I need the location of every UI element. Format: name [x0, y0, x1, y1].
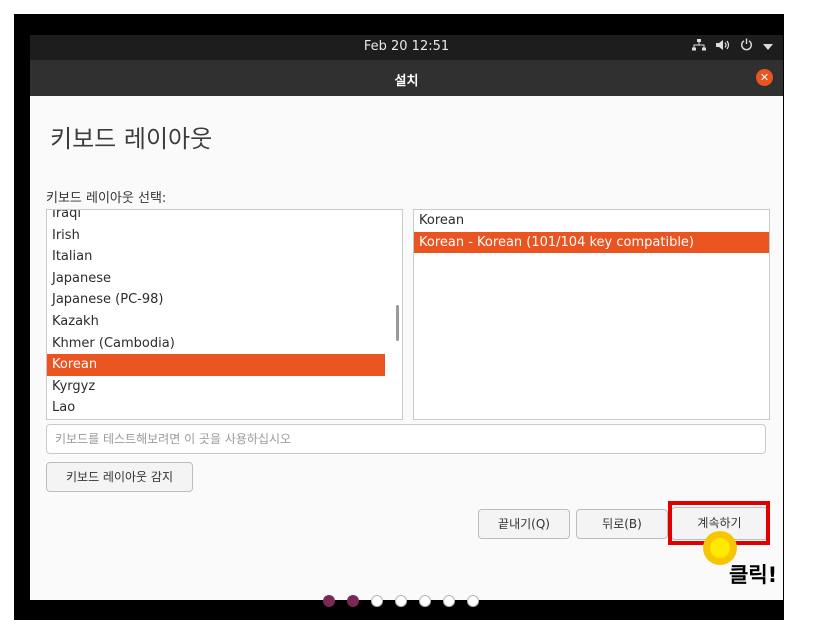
chevron-down-icon[interactable] — [763, 39, 773, 53]
volume-icon[interactable] — [716, 39, 730, 54]
quit-button[interactable]: 끝내기(Q) — [478, 509, 570, 539]
keyboard-variant-list[interactable]: Korean Korean - Korean (101/104 key compa… — [413, 209, 770, 420]
network-icon[interactable] — [692, 38, 706, 54]
layout-list-item[interactable]: Kazakh — [47, 311, 385, 333]
progress-dot — [395, 595, 407, 607]
layout-list-item[interactable]: Italian — [47, 246, 385, 268]
detect-layout-button[interactable]: 키보드 레이아웃 감지 — [46, 462, 193, 492]
keyboard-test-input[interactable] — [46, 424, 766, 454]
progress-dot — [323, 595, 335, 607]
top-bar: Feb 20 12:51 — [30, 35, 783, 60]
layout-list-item[interactable]: Iraqi — [47, 210, 385, 225]
window-titlebar: 설치 ✕ — [30, 60, 783, 96]
page-title: 키보드 레이아웃 — [50, 125, 213, 153]
layout-select-label: 키보드 레이아웃 선택: — [46, 191, 167, 206]
window-title: 설치 — [394, 74, 419, 89]
scrollbar-thumb[interactable] — [396, 305, 399, 341]
layout-list-item[interactable]: Khmer (Cambodia) — [47, 333, 385, 355]
layout-list-item[interactable]: Irish — [47, 225, 385, 247]
progress-dot — [467, 595, 479, 607]
variant-list-item[interactable]: Korean - Korean (101/104 key compatible) — [414, 231, 769, 254]
progress-dot — [443, 595, 455, 607]
close-icon[interactable]: ✕ — [756, 69, 773, 86]
variant-list-item[interactable]: Korean — [414, 210, 769, 232]
progress-dot — [419, 595, 431, 607]
layout-list-item[interactable]: Japanese (PC-98) — [47, 289, 385, 311]
clock[interactable]: Feb 20 12:51 — [30, 39, 783, 54]
power-icon[interactable] — [740, 38, 753, 54]
progress-dot — [347, 595, 359, 607]
layout-list-item[interactable]: Korean — [47, 354, 385, 376]
keyboard-layout-list[interactable]: Iraqi Irish Italian Japanese Japanese (PC-98… — [46, 209, 403, 420]
back-button[interactable]: 뒤로(B) — [576, 509, 668, 539]
layout-list-item[interactable]: Lao — [47, 397, 385, 419]
system-tray[interactable] — [692, 38, 773, 54]
progress-dots — [323, 595, 479, 607]
progress-dot — [371, 595, 383, 607]
layout-list-item[interactable]: Kyrgyz — [47, 376, 385, 398]
click-annotation: 클릭! — [729, 563, 778, 587]
layout-list-item[interactable]: Japanese — [47, 268, 385, 290]
